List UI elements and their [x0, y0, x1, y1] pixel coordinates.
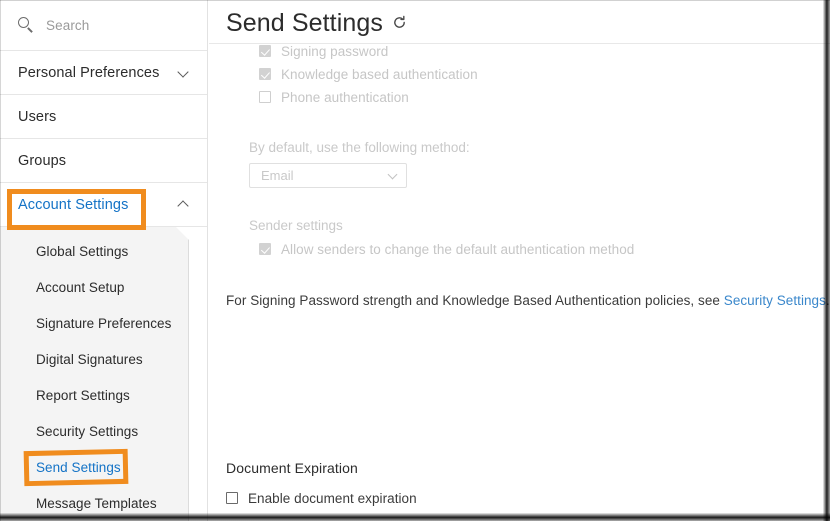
document-expiration-section: Document Expiration Enable document expi…	[226, 460, 417, 514]
sidebar-subitem-message-templates[interactable]: Message Templates	[0, 485, 188, 521]
sidebar-subitem-label: Send Settings	[36, 459, 121, 475]
policy-note-suffix: .	[825, 293, 830, 308]
account-settings-submenu: Global Settings Account Setup Signature …	[0, 227, 189, 521]
checkbox-icon[interactable]	[259, 91, 271, 103]
page-title: Send Settings	[226, 8, 383, 37]
sidebar-subitem-signature-preferences[interactable]: Signature Preferences	[0, 305, 188, 341]
security-settings-link[interactable]: Security Settings	[724, 293, 826, 308]
sidebar-item-label: Account Settings	[18, 196, 129, 213]
default-method-select[interactable]: Email	[249, 163, 407, 188]
chevron-down-icon[interactable]	[178, 67, 189, 78]
checkbox-label: Knowledge based authentication	[281, 67, 478, 82]
default-method-selected-value: Email	[261, 168, 294, 183]
sidebar-subitem-label: Global Settings	[36, 243, 129, 259]
checkbox-row-enable-document-expiration[interactable]: Enable document expiration	[226, 491, 417, 514]
checkbox-label: Allow senders to change the default auth…	[281, 242, 635, 257]
sidebar-item-label: Users	[18, 108, 57, 125]
sidebar-subitem-label: Signature Preferences	[36, 315, 172, 331]
default-method-group: By default, use the following method:	[249, 140, 470, 155]
search-input[interactable]: Search	[0, 0, 207, 51]
sidebar-item-label: Groups	[18, 152, 67, 169]
sidebar-subitem-digital-signatures[interactable]: Digital Signatures	[0, 341, 188, 377]
default-method-label: By default, use the following method:	[249, 140, 470, 155]
checkbox-row-phone-authentication[interactable]: Phone authentication	[259, 90, 478, 113]
checkbox-icon[interactable]	[259, 68, 271, 80]
sidebar-subitem-label: Account Setup	[36, 279, 125, 295]
search-icon	[18, 17, 34, 33]
checkbox-icon[interactable]	[259, 45, 271, 57]
search-placeholder: Search	[46, 17, 90, 33]
policy-note-text: For Signing Password strength and Knowle…	[226, 293, 724, 308]
sidebar-subitem-label: Report Settings	[36, 387, 130, 403]
checkbox-label: Enable document expiration	[248, 491, 417, 506]
sidebar-subitem-label: Digital Signatures	[36, 351, 143, 367]
checkbox-label: Signing password	[281, 44, 389, 59]
sidebar-subitem-send-settings[interactable]: Send Settings	[0, 449, 188, 485]
sidebar-subitem-security-settings[interactable]: Security Settings	[0, 413, 188, 449]
policy-note: For Signing Password strength and Knowle…	[226, 292, 830, 310]
checkbox-row-knowledge-based-authentication[interactable]: Knowledge based authentication	[259, 67, 478, 90]
sender-settings-title: Sender settings	[249, 218, 343, 233]
chevron-down-icon[interactable]	[389, 171, 398, 180]
sidebar-subitem-label: Security Settings	[36, 423, 139, 439]
checkbox-icon[interactable]	[259, 243, 271, 255]
screenshot-root: Search Personal Preferences Users Groups…	[0, 0, 830, 521]
sidebar-subitem-global-settings[interactable]: Global Settings	[0, 233, 188, 269]
refresh-icon[interactable]	[392, 15, 407, 35]
sidebar-item-label: Personal Preferences	[18, 64, 160, 81]
sidebar-item-account-settings[interactable]: Account Settings	[0, 183, 207, 227]
page-header: Send Settings	[209, 0, 830, 37]
sidebar-item-personal-preferences[interactable]: Personal Preferences	[0, 51, 207, 95]
document-expiration-title: Document Expiration	[226, 460, 358, 476]
chevron-up-icon[interactable]	[178, 199, 189, 210]
checkbox-icon[interactable]	[226, 492, 238, 504]
auth-methods-group: Signing password Knowledge based authent…	[259, 44, 478, 113]
checkbox-row-allow-senders-change-auth[interactable]: Allow senders to change the default auth…	[259, 242, 634, 265]
sidebar-subitem-label: Message Templates	[36, 495, 157, 511]
sidebar-item-users[interactable]: Users	[0, 95, 207, 139]
checkbox-label: Phone authentication	[281, 90, 409, 105]
sidebar-subitem-account-setup[interactable]: Account Setup	[0, 269, 188, 305]
send-settings-panel: Send Settings Signing password Knowledge…	[209, 0, 830, 521]
settings-sidebar: Search Personal Preferences Users Groups…	[0, 0, 208, 521]
sidebar-item-groups[interactable]: Groups	[0, 139, 207, 183]
sidebar-subitem-report-settings[interactable]: Report Settings	[0, 377, 188, 413]
checkbox-row-signing-password[interactable]: Signing password	[259, 44, 478, 67]
